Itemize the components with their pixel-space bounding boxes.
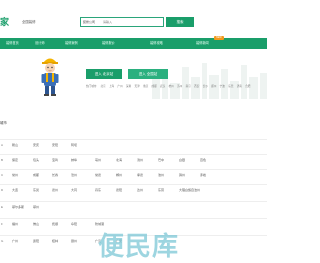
city-link[interactable]: 东莞 <box>33 188 39 192</box>
hot-city-link[interactable]: 济南 <box>237 85 242 88</box>
search-input[interactable] <box>103 19 143 25</box>
hot-city-link[interactable]: 深圳 <box>126 85 131 88</box>
hot-city-link[interactable]: 合肥 <box>245 85 250 88</box>
city-link[interactable]: 百色 <box>200 158 206 162</box>
hot-city-link[interactable]: 郑州 <box>211 85 216 88</box>
city-link[interactable]: 蚌埠 <box>71 158 77 162</box>
hot-cities-label: 热门城市: <box>86 85 98 88</box>
city-link[interactable]: 沧州 <box>71 173 77 177</box>
city-link[interactable]: 保定 <box>12 158 18 162</box>
city-row-letter: A <box>1 143 4 147</box>
city-link[interactable]: 福州 <box>12 222 18 226</box>
city-link[interactable]: 德州 <box>52 188 58 192</box>
city-link[interactable]: 广州 <box>12 239 18 243</box>
city-link[interactable]: 承德 <box>137 173 143 177</box>
city-row: A 鞍山 安庆 安阳 阿坝 <box>0 139 267 150</box>
enter-national-station-button[interactable]: 进入 全国站 <box>128 69 168 79</box>
hot-city-link[interactable]: 东莞 <box>228 85 233 88</box>
hot-city-link[interactable]: 宁波 <box>220 85 225 88</box>
city-row-letter: C <box>1 173 4 177</box>
city-link[interactable]: 德阳 <box>116 188 122 192</box>
hot-city-link[interactable]: 南京 <box>186 85 191 88</box>
enter-city-station-button[interactable]: 进入 北京站 <box>86 69 122 79</box>
city-row-letter: B <box>1 158 4 162</box>
city-row-letter: D <box>1 188 4 192</box>
hot-city-link[interactable]: 上海 <box>109 85 114 88</box>
nav-item-news[interactable]: 装修新闻 <box>196 38 209 49</box>
hot-city-link[interactable]: 苏州 <box>177 85 182 88</box>
city-link[interactable]: 滁州 <box>179 173 185 177</box>
city-row: E 鄂尔多斯 鄂州 <box>0 201 267 212</box>
nav-item-designer[interactable]: 设计师 <box>35 38 45 49</box>
city-link[interactable]: 北海 <box>116 158 122 162</box>
hot-city-link[interactable]: 广州 <box>117 85 122 88</box>
city-link[interactable]: 鄂尔多斯 <box>12 205 24 209</box>
city-link[interactable]: 桂林 <box>52 239 58 243</box>
city-link[interactable]: 常德 <box>95 173 101 177</box>
city-link[interactable]: 赤峰 <box>200 173 206 177</box>
site-logo[interactable]: 家 <box>0 15 9 28</box>
nav-item-guide[interactable]: 装修攻略 <box>150 38 163 49</box>
city-row-letter: E <box>1 205 4 209</box>
city-link[interactable]: 赣州 <box>71 239 77 243</box>
nav-item-cases[interactable]: 装修案例 <box>65 38 78 49</box>
city-row: D 大连 东莞 德州 大同 丹东 德阳 达州 东营 大理白族自治州 <box>0 184 267 195</box>
city-link[interactable]: 阿坝 <box>71 143 77 147</box>
new-badge: NEW <box>214 36 224 40</box>
search-button[interactable]: 搜索 <box>166 17 194 27</box>
city-link[interactable]: 大连 <box>12 188 18 192</box>
hot-city-link[interactable]: 西安 <box>194 85 199 88</box>
city-link[interactable]: 安阳 <box>52 143 58 147</box>
city-link[interactable]: 贵阳 <box>33 239 39 243</box>
city-link[interactable]: 巴中 <box>158 158 164 162</box>
hot-city-link[interactable]: 武汉 <box>160 85 165 88</box>
city-link[interactable]: 安庆 <box>33 143 39 147</box>
header: 家 全国装修 装修公司 搜索 <box>0 0 267 34</box>
city-row: B 保定 包头 宝鸡 蚌埠 亳州 北海 滨州 巴中 白银 百色 <box>0 154 267 165</box>
nav-item-quote[interactable]: 装修报价 <box>102 38 115 49</box>
hot-city-link[interactable]: 成都 <box>152 85 157 88</box>
city-link[interactable]: 鄂州 <box>33 205 39 209</box>
watermark: 便民库 <box>98 232 180 262</box>
hot-city-link[interactable]: 重庆 <box>143 85 148 88</box>
city-link[interactable]: 池州 <box>158 173 164 177</box>
city-row-letter: G <box>1 239 4 243</box>
city-link[interactable]: 东营 <box>158 188 164 192</box>
city-row: C 常州 成都 长春 沧州 常德 郴州 承德 池州 滁州 赤峰 <box>0 169 267 180</box>
search-category-select[interactable]: 装修公司 <box>83 20 95 24</box>
city-link[interactable]: 亳州 <box>95 158 101 162</box>
hot-city-link[interactable]: 北京 <box>100 85 105 88</box>
search-box: 装修公司 <box>80 17 164 27</box>
city-link[interactable]: 滨州 <box>137 158 143 162</box>
hot-city-link[interactable]: 杭州 <box>169 85 174 88</box>
city-link[interactable]: 宝鸡 <box>52 158 58 162</box>
city-link[interactable]: 佛山 <box>33 222 39 226</box>
city-section-title: 城市 <box>0 121 7 125</box>
city-link[interactable]: 大同 <box>71 188 77 192</box>
city-link[interactable]: 鞍山 <box>12 143 18 147</box>
city-link[interactable]: 阜阳 <box>71 222 77 226</box>
city-link[interactable]: 郴州 <box>116 173 122 177</box>
city-link[interactable]: 成都 <box>33 173 39 177</box>
hot-city-link[interactable]: 长沙 <box>203 85 208 88</box>
city-link[interactable]: 大理白族自治州 <box>179 188 200 192</box>
city-link[interactable]: 包头 <box>33 158 39 162</box>
city-link[interactable]: 达州 <box>137 188 143 192</box>
city-switch[interactable]: 全国装修 <box>22 19 36 24</box>
worker-illustration <box>41 58 59 96</box>
main-nav: 装修首页 设计师 装修案例 装修报价 装修攻略 装修新闻 <box>0 38 267 49</box>
city-link[interactable]: 抚顺 <box>52 222 58 226</box>
city-link[interactable]: 常州 <box>12 173 18 177</box>
city-row-letter: F <box>1 222 3 226</box>
hot-cities: 热门城市: 北京 上海 广州 深圳 天津 重庆 成都 武汉 杭州 苏州 南京 西… <box>86 84 250 89</box>
city-link[interactable]: 丹东 <box>95 188 101 192</box>
city-link[interactable]: 长春 <box>52 173 58 177</box>
hot-city-link[interactable]: 天津 <box>135 85 140 88</box>
city-link[interactable]: 白银 <box>179 158 185 162</box>
nav-item-home[interactable]: 装修首页 <box>6 38 19 49</box>
